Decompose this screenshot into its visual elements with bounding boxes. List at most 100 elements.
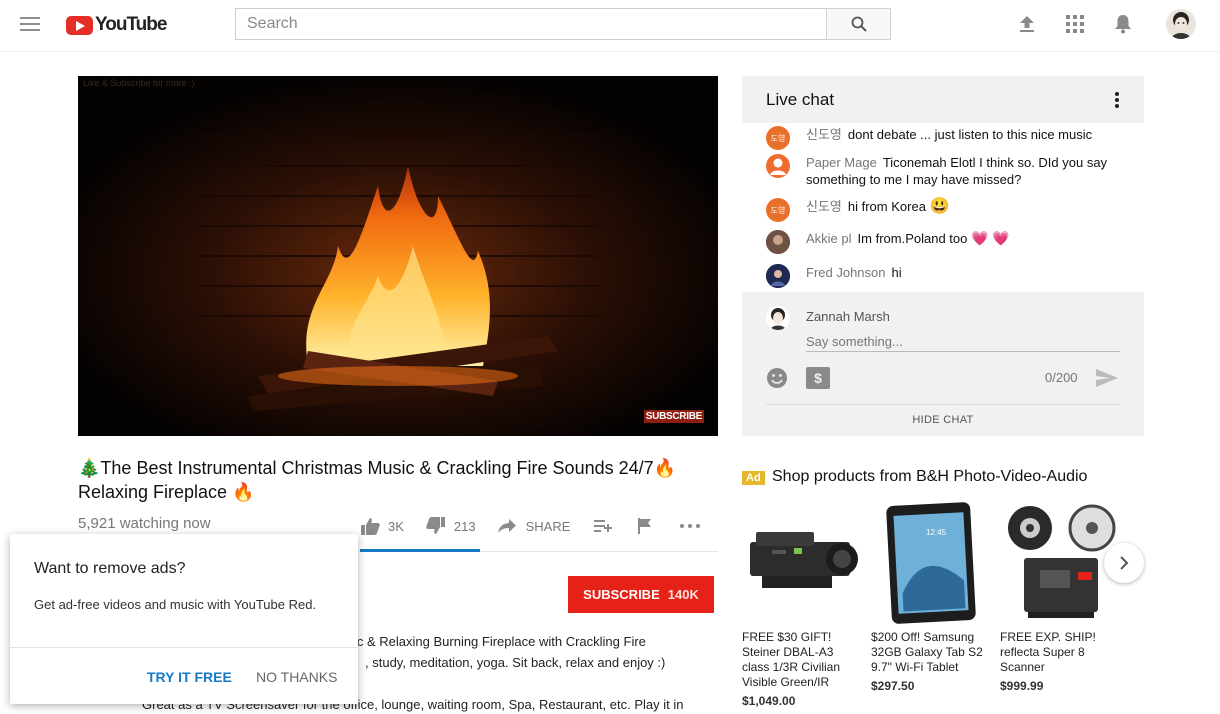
chat-message: Paper Mage Ticonemah Elotl I think so. DI… xyxy=(766,154,1126,188)
chat-message-input[interactable] xyxy=(806,332,1120,352)
dislike-count: 213 xyxy=(453,518,476,534)
dialog-body: Get ad-free videos and music with YouTub… xyxy=(34,597,317,612)
tablet-image: 12:45 xyxy=(871,502,993,624)
chat-message: Akkie pl Im from.Poland too 💗 💗 xyxy=(766,230,1126,254)
author-avatar[interactable] xyxy=(766,230,790,254)
flag-icon xyxy=(638,518,652,534)
product-card[interactable]: FREE $30 GIFT! Steiner DBAL-A3 class 1/3R … xyxy=(742,502,864,708)
search-icon xyxy=(851,16,867,32)
subscribe-button[interactable]: SUBSCRIBE 140K xyxy=(568,576,714,613)
send-icon[interactable] xyxy=(1096,369,1118,392)
dialog-title: Want to remove ads? xyxy=(34,560,186,577)
svg-text:12:45: 12:45 xyxy=(926,528,947,537)
product-name: FREE EXP. SHIP! reflecta Super 8 Scanner xyxy=(1000,630,1096,674)
chevron-right-icon xyxy=(1120,556,1129,570)
character-counter: 0/200 xyxy=(1045,370,1078,385)
message-author[interactable]: Akkie pl xyxy=(806,231,852,246)
product-price: $297.50 xyxy=(871,679,915,693)
more-vertical-icon[interactable] xyxy=(1114,92,1120,108)
description-line: ic & Relaxing Burning Fireplace with Cra… xyxy=(354,634,646,649)
chat-message: 도영 신도영 dont debate ... just listen to thi… xyxy=(766,126,1126,150)
product-name: FREE $30 GIFT! Steiner DBAL-A3 class 1/3R … xyxy=(742,630,841,689)
product-name: $200 Off! Samsung 32GB Galaxy Tab S2 9.7" … xyxy=(871,630,983,674)
add-to-playlist-icon xyxy=(594,520,613,532)
player-caption-text: Like & Subscribe for more :) xyxy=(83,78,195,88)
next-products-button[interactable] xyxy=(1104,543,1144,583)
product-price: $1,049.00 xyxy=(742,694,796,708)
fireplace-video-frame xyxy=(78,76,718,436)
message-author[interactable]: 신도영 xyxy=(806,127,842,142)
subscribe-label: SUBSCRIBE xyxy=(583,587,660,602)
chat-message: Fred Johnson hi xyxy=(766,264,1126,288)
message-text: dont debate ... just listen to this nice… xyxy=(847,127,1093,142)
more-horizontal-icon xyxy=(680,524,701,528)
product-price: $999.99 xyxy=(1000,679,1044,693)
try-it-free-button[interactable]: TRY IT FREE xyxy=(147,669,232,685)
current-user-avatar xyxy=(766,306,790,330)
message-author[interactable]: Fred Johnson xyxy=(806,265,886,280)
search-button[interactable] xyxy=(826,8,891,40)
emoji-picker-icon[interactable] xyxy=(766,367,788,394)
message-text: hi from Korea xyxy=(847,199,926,214)
dislike-button[interactable]: 213 xyxy=(426,517,476,535)
play-logo-icon xyxy=(66,15,93,35)
video-actions: 3K 213 SHARE xyxy=(360,512,701,540)
super-chat-dollar-icon[interactable]: $ xyxy=(806,367,830,394)
no-thanks-button[interactable]: NO THANKS xyxy=(256,669,337,685)
message-text: hi xyxy=(891,265,902,280)
remove-ads-dialog: Want to remove ads? Get ad-free videos a… xyxy=(10,534,358,704)
video-title-line2: Relaxing Fireplace xyxy=(78,482,228,502)
thumbs-up-icon xyxy=(361,518,380,535)
video-player[interactable]: Like & Subscribe for more :) SUBSCRIBE xyxy=(78,76,718,436)
shop-title: Shop products from B&H Photo-Video-Audio xyxy=(772,468,1088,485)
watching-now-count: 5,921 watching now xyxy=(78,515,211,532)
like-ratio-bar xyxy=(360,549,480,552)
apps-grid-icon[interactable] xyxy=(1064,13,1086,35)
report-button[interactable] xyxy=(638,518,652,534)
fire-emoji: 🔥 xyxy=(653,458,677,478)
hearts-emoji: 💗 💗 xyxy=(970,230,1010,246)
subscribe-watermark[interactable]: SUBSCRIBE xyxy=(643,410,704,423)
share-label: SHARE xyxy=(525,518,571,534)
menu-icon[interactable] xyxy=(20,17,40,33)
upload-icon[interactable] xyxy=(1016,13,1038,35)
ad-badge: Ad xyxy=(742,471,765,485)
message-text: Im from.Poland too xyxy=(857,231,968,246)
chat-divider xyxy=(766,404,1120,405)
video-title: 🎄The Best Instrumental Christmas Music &… xyxy=(78,456,718,504)
more-actions-button[interactable] xyxy=(680,524,701,528)
chat-header: Live chat xyxy=(742,76,1144,123)
tree-emoji: 🎄 xyxy=(78,458,101,478)
product-card[interactable]: FREE EXP. SHIP! reflecta Super 8 Scanner $… xyxy=(1000,502,1122,693)
account-avatar[interactable] xyxy=(1166,9,1196,39)
hide-chat-button[interactable]: HIDE CHAT xyxy=(742,414,1144,426)
author-avatar[interactable]: 도영 xyxy=(766,126,790,150)
logo-text: YouTube xyxy=(95,14,167,35)
svg-text:$: $ xyxy=(814,370,822,386)
author-avatar[interactable] xyxy=(766,264,790,288)
add-to-playlist-button[interactable] xyxy=(594,519,613,533)
message-author[interactable]: Paper Mage xyxy=(806,155,877,170)
description-line: , study, meditation, yoga. Sit back, rel… xyxy=(365,655,666,670)
search-input[interactable] xyxy=(235,8,827,40)
chat-title: Live chat xyxy=(766,90,835,109)
fire-emoji-2: 🔥 xyxy=(232,482,255,502)
notifications-bell-icon[interactable] xyxy=(1112,13,1134,35)
share-icon xyxy=(497,519,516,533)
chat-input-area: Zannah Marsh $ 0/200 HIDE CHAT xyxy=(742,292,1144,436)
product-card[interactable]: 12:45 $200 Off! Samsung 32GB Galaxy Tab S… xyxy=(871,502,993,693)
masthead: YouTube xyxy=(0,0,1220,52)
youtube-logo[interactable]: YouTube xyxy=(66,14,167,36)
chat-message: 도영 신도영 hi from Korea 😃 xyxy=(766,198,1126,222)
dialog-divider xyxy=(10,647,358,648)
like-count: 3K xyxy=(388,518,404,534)
thumbs-down-icon xyxy=(426,517,445,534)
share-button[interactable]: SHARE xyxy=(497,518,571,534)
current-user-name: Zannah Marsh xyxy=(806,309,890,324)
like-button[interactable]: 3K xyxy=(360,517,404,535)
author-avatar[interactable] xyxy=(766,154,790,178)
laser-device-image xyxy=(742,502,864,624)
live-chat-panel: Live chat 도영 신도영 dont debate ... just lis… xyxy=(742,76,1144,436)
author-avatar[interactable]: 도영 xyxy=(766,198,790,222)
message-author[interactable]: 신도영 xyxy=(806,199,842,214)
